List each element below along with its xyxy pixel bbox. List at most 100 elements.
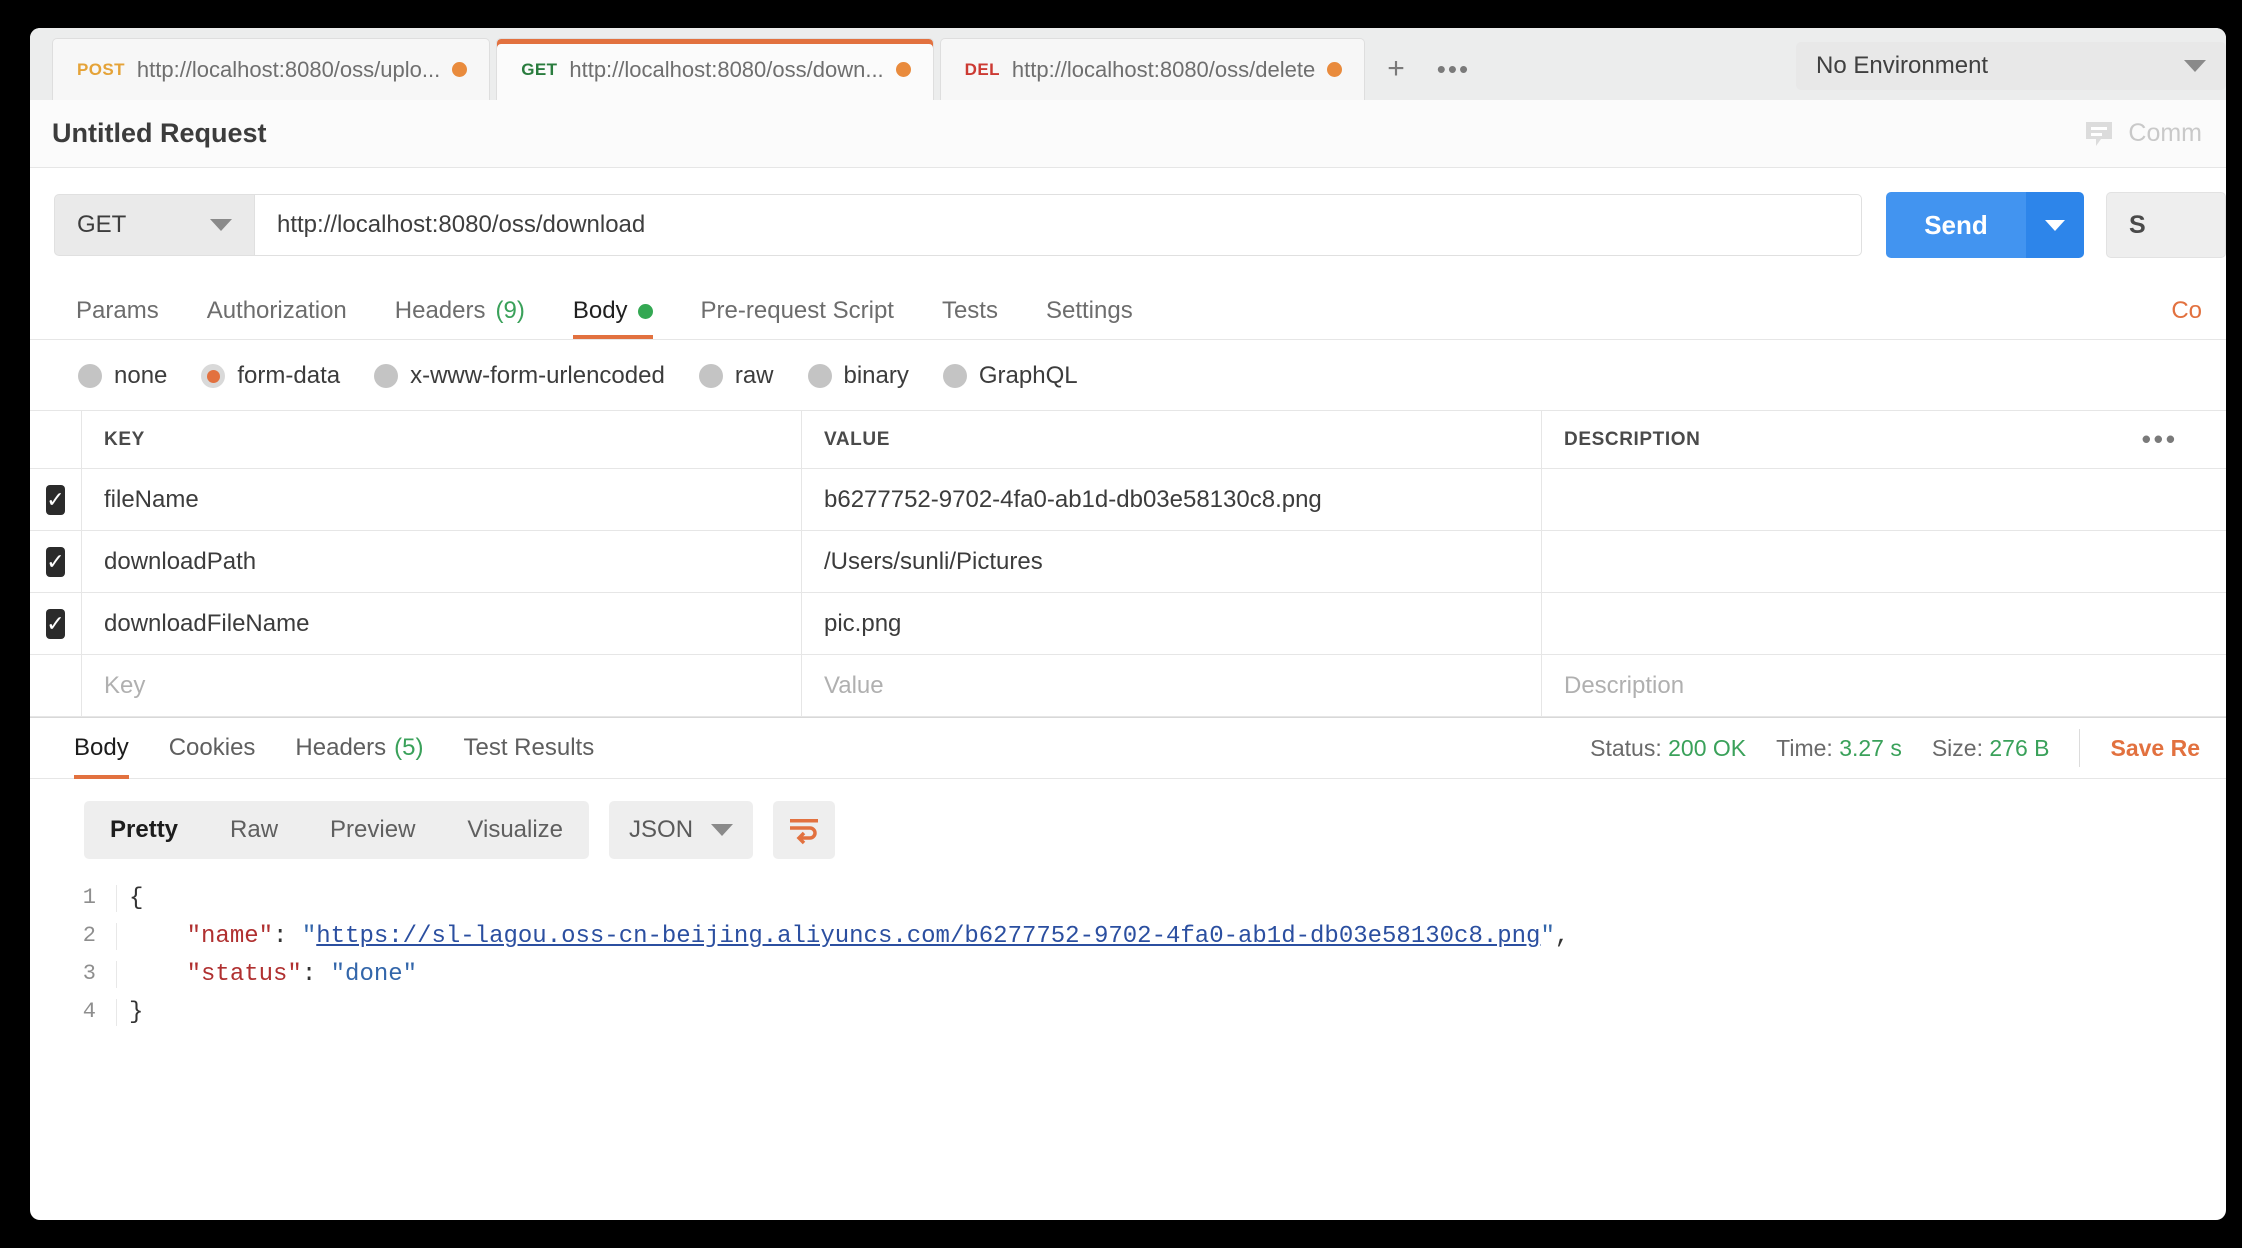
radio-label: GraphQL bbox=[978, 362, 1078, 389]
format-tab-raw[interactable]: Raw bbox=[204, 801, 304, 859]
tab-headers[interactable]: Headers (9) bbox=[371, 297, 549, 339]
checkbox-checked-icon[interactable]: ✓ bbox=[46, 608, 65, 639]
body-type-radio-group: none form-data x-www-form-urlencoded raw… bbox=[30, 340, 2226, 410]
row-key[interactable]: downloadFileName bbox=[82, 593, 802, 654]
json-value-url[interactable]: https://sl-lagou.oss-cn-beijing.aliyuncs… bbox=[316, 923, 1540, 950]
tab-label: Params bbox=[76, 297, 159, 324]
row-checkbox-cell[interactable]: ✓ bbox=[30, 531, 82, 592]
row-description[interactable] bbox=[1542, 469, 2226, 530]
new-key-input[interactable]: Key bbox=[82, 655, 802, 716]
line-number: 2 bbox=[82, 923, 96, 948]
tab-params[interactable]: Params bbox=[52, 297, 183, 339]
body-type-form-data[interactable]: form-data bbox=[201, 362, 340, 390]
method-select[interactable]: GET bbox=[54, 194, 254, 256]
table-bulk-edit-button[interactable]: ••• bbox=[2142, 424, 2204, 455]
request-tab-strip: POST http://localhost:8080/oss/uplo... G… bbox=[30, 28, 2226, 100]
code-text: { bbox=[116, 885, 143, 912]
chevron-down-icon bbox=[2045, 219, 2065, 231]
new-description-input[interactable]: Description bbox=[1542, 655, 2226, 716]
table-row[interactable]: ✓ fileName b6277752-9702-4fa0-ab1d-db03e… bbox=[30, 469, 2226, 531]
size-badge: Size: 276 B bbox=[1932, 735, 2050, 762]
tab-options-button[interactable]: ••• bbox=[1421, 38, 1486, 100]
header-description-cell: DESCRIPTION ••• bbox=[1542, 411, 2226, 468]
radio-icon bbox=[78, 364, 102, 388]
comments-button[interactable]: Comm bbox=[2084, 119, 2202, 148]
save-response-button[interactable]: Save Re bbox=[2110, 735, 2200, 762]
format-tab-pretty[interactable]: Pretty bbox=[84, 801, 204, 859]
row-description[interactable] bbox=[1542, 531, 2226, 592]
code-snippet-link[interactable]: Co bbox=[2171, 297, 2226, 339]
tab-body[interactable]: Body bbox=[549, 297, 677, 339]
form-data-table: KEY VALUE DESCRIPTION ••• ✓ fileName b62… bbox=[30, 410, 2226, 717]
tab-authorization[interactable]: Authorization bbox=[183, 297, 371, 339]
tab-pre-request-script[interactable]: Pre-request Script bbox=[677, 297, 918, 339]
send-options-button[interactable] bbox=[2026, 192, 2084, 258]
size-label: Size: bbox=[1931, 734, 1983, 761]
header-key: KEY bbox=[82, 411, 802, 468]
body-type-none[interactable]: none bbox=[78, 362, 167, 390]
code-text: } bbox=[116, 999, 143, 1026]
line-number: 3 bbox=[82, 961, 96, 986]
row-value[interactable]: /Users/sunli/Pictures bbox=[802, 531, 1542, 592]
tab-count: (5) bbox=[394, 734, 424, 761]
row-checkbox-cell[interactable]: ✓ bbox=[30, 593, 82, 654]
row-key[interactable]: fileName bbox=[82, 469, 802, 530]
chevron-down-icon bbox=[2184, 60, 2206, 72]
response-tab-body[interactable]: Body bbox=[54, 717, 149, 779]
response-tab-cookies[interactable]: Cookies bbox=[149, 717, 276, 779]
tab-method-label: GET bbox=[521, 59, 558, 79]
table-row[interactable]: ✓ downloadPath /Users/sunli/Pictures bbox=[30, 531, 2226, 593]
page-title: Untitled Request bbox=[52, 118, 267, 148]
tab-label: Authorization bbox=[206, 297, 347, 324]
send-button[interactable]: Send bbox=[1886, 192, 2026, 258]
save-button[interactable]: S bbox=[2106, 192, 2226, 258]
request-tab-del-delete[interactable]: DEL http://localhost:8080/oss/delete bbox=[939, 38, 1366, 100]
response-tab-headers[interactable]: Headers (5) bbox=[275, 717, 443, 779]
send-button-group: Send bbox=[1886, 192, 2084, 258]
wrap-text-icon bbox=[790, 819, 819, 845]
tab-tests[interactable]: Tests bbox=[918, 297, 1022, 339]
table-row[interactable]: ✓ downloadFileName pic.png bbox=[30, 593, 2226, 655]
new-value-input[interactable]: Value bbox=[802, 655, 1542, 716]
body-type-graphql[interactable]: GraphQL bbox=[942, 362, 1078, 390]
format-tab-preview[interactable]: Preview bbox=[304, 801, 441, 859]
body-type-binary[interactable]: binary bbox=[807, 362, 909, 390]
format-tab-visualize[interactable]: Visualize bbox=[441, 801, 589, 859]
tab-label: Cookies bbox=[168, 734, 256, 761]
row-checkbox-cell[interactable] bbox=[30, 655, 82, 716]
request-tab-post-upload[interactable]: POST http://localhost:8080/oss/uplo... bbox=[52, 38, 491, 100]
wrap-lines-button[interactable] bbox=[773, 801, 836, 859]
response-format-bar: Pretty Raw Preview Visualize JSON bbox=[30, 779, 2226, 879]
response-body-code[interactable]: 1 { 2 "name": "https://sl-lagou.oss-cn-b… bbox=[30, 885, 2226, 1037]
tab-label: Headers bbox=[295, 734, 387, 761]
checkbox-checked-icon[interactable]: ✓ bbox=[46, 546, 65, 577]
table-placeholder-row[interactable]: Key Value Description bbox=[30, 655, 2226, 717]
request-tab-get-download[interactable]: GET http://localhost:8080/oss/down... bbox=[496, 38, 934, 100]
row-value[interactable]: b6277752-9702-4fa0-ab1d-db03e58130c8.png bbox=[802, 469, 1542, 530]
row-key[interactable]: downloadPath bbox=[82, 531, 802, 592]
header-check-cell bbox=[30, 411, 82, 468]
tab-url-label: http://localhost:8080/oss/delete bbox=[1011, 56, 1316, 82]
json-key-name: "name" bbox=[186, 923, 274, 950]
new-tab-button[interactable]: + bbox=[1371, 38, 1421, 100]
row-value[interactable]: pic.png bbox=[802, 593, 1542, 654]
tab-settings[interactable]: Settings bbox=[1022, 297, 1157, 339]
response-language-select[interactable]: JSON bbox=[609, 801, 754, 859]
body-type-urlencoded[interactable]: x-www-form-urlencoded bbox=[374, 362, 665, 390]
code-line: 3 "status": "done" bbox=[30, 961, 2226, 999]
row-description[interactable] bbox=[1542, 593, 2226, 654]
response-tab-test-results[interactable]: Test Results bbox=[443, 717, 614, 779]
radio-label: form-data bbox=[237, 362, 341, 389]
tab-label: Headers bbox=[394, 297, 486, 324]
checkbox-checked-icon[interactable]: ✓ bbox=[46, 484, 65, 515]
request-title-row: Untitled Request Comm bbox=[30, 100, 2226, 168]
radio-icon bbox=[942, 364, 967, 388]
body-type-raw[interactable]: raw bbox=[698, 362, 774, 390]
status-badge: Status: 200 OK bbox=[1590, 735, 1746, 762]
url-input[interactable]: http://localhost:8080/oss/download bbox=[254, 194, 1862, 256]
environment-select[interactable]: No Environment bbox=[1796, 42, 2226, 90]
status-label: Status: bbox=[1590, 734, 1662, 761]
code-text: "status": "done" bbox=[116, 961, 417, 988]
time-badge: Time: 3.27 s bbox=[1776, 735, 1902, 762]
row-checkbox-cell[interactable]: ✓ bbox=[30, 469, 82, 530]
